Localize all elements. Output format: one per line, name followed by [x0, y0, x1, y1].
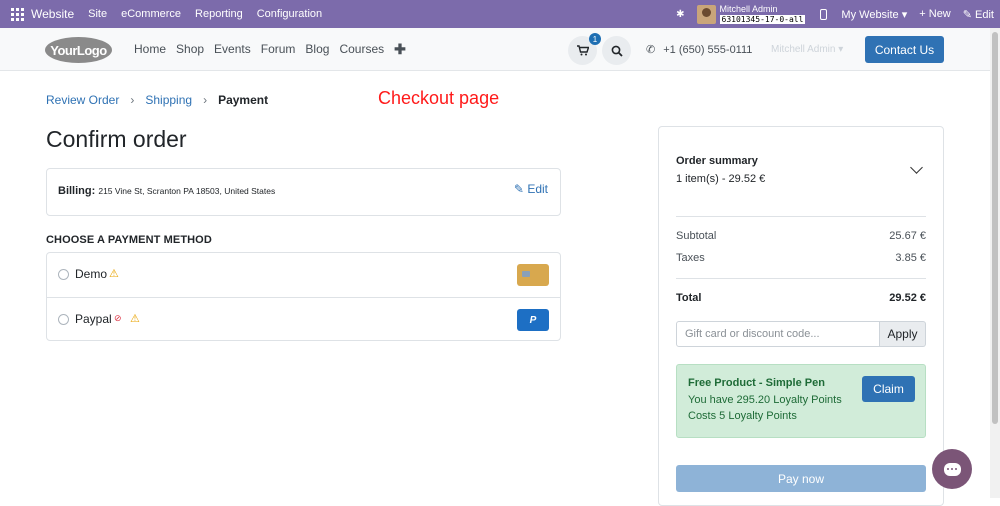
nav-forum[interactable]: Forum	[261, 42, 296, 56]
paypal-icon: P	[517, 309, 549, 331]
apply-coupon-button[interactable]: Apply	[880, 321, 926, 347]
contact-us-button[interactable]: Contact Us	[865, 36, 944, 63]
total-label: Total	[676, 292, 702, 304]
topbar-menu-reporting[interactable]: Reporting	[195, 8, 243, 20]
payment-methods-list: Demo ⚠ Paypal ⊘ ⚠ P	[46, 252, 561, 341]
cart-count-badge: 1	[589, 33, 601, 45]
annotation-label: Checkout page	[378, 88, 500, 108]
loyalty-reward-alert: Free Product - Simple Pen You have 295.2…	[676, 364, 926, 438]
edit-billing-label: Edit	[527, 182, 548, 196]
database-name: 63101345-17-0-all	[719, 14, 806, 24]
divider	[676, 278, 926, 279]
user-dropdown[interactable]: Mitchell Admin ▾	[771, 44, 843, 55]
coupon-form: Gift card or discount code... Apply	[676, 321, 926, 347]
payment-name-demo: Demo	[75, 267, 108, 281]
payment-option-demo[interactable]: Demo ⚠	[47, 253, 560, 297]
admin-topbar: Website Site eCommerce Reporting Configu…	[0, 0, 1000, 28]
search-icon	[611, 45, 623, 57]
my-website-dropdown[interactable]: My Website ▾	[841, 8, 907, 21]
scrollbar-thumb[interactable]	[992, 32, 998, 424]
subtotal-value: 25.67 €	[889, 230, 926, 242]
nav-shop[interactable]: Shop	[176, 42, 204, 56]
live-chat-button[interactable]	[932, 449, 972, 489]
breadcrumb-shipping[interactable]: Shipping	[145, 93, 192, 107]
chevron-down-icon[interactable]	[910, 161, 923, 174]
edit-billing-button[interactable]: ✎ Edit	[514, 182, 548, 196]
mobile-icon[interactable]	[820, 8, 828, 20]
total-value: 29.52 €	[889, 292, 926, 304]
reward-points-balance: You have 295.20 Loyalty Points	[688, 394, 842, 406]
avatar[interactable]	[696, 4, 716, 24]
search-button[interactable]	[602, 36, 631, 65]
warning-icon: ⚠	[109, 268, 119, 280]
edit-button[interactable]: ✎ Edit	[963, 8, 994, 21]
user-name: Mitchell Admin	[719, 3, 778, 14]
phone-icon: ✆	[646, 44, 656, 56]
chat-icon	[943, 462, 961, 476]
credit-card-icon	[517, 264, 549, 286]
phone-number: +1 (650) 555-0111	[663, 43, 753, 56]
payment-option-paypal[interactable]: Paypal ⊘ ⚠ P	[47, 297, 560, 341]
new-button[interactable]: + New	[919, 8, 951, 20]
breadcrumb-payment: Payment	[218, 93, 269, 107]
payment-radio-paypal[interactable]	[58, 314, 69, 325]
user-menu[interactable]: Mitchell Admin 63101345-17-0-all	[719, 3, 806, 25]
warning-icon: ⚠	[130, 313, 140, 325]
taxes-row: Taxes 3.85 €	[676, 252, 926, 264]
nav-home[interactable]: Home	[134, 42, 166, 56]
billing-info: Billing: 215 Vine St, Scranton PA 18503,…	[58, 185, 275, 197]
pay-now-button[interactable]: Pay now	[676, 465, 926, 492]
billing-address: 215 Vine St, Scranton PA 18503, United S…	[98, 186, 276, 196]
add-menu-plus-icon[interactable]: ✚	[394, 41, 406, 58]
total-row: Total 29.52 €	[676, 292, 926, 304]
main-menu: Home Shop Events Forum Blog Courses ✚	[134, 28, 416, 70]
website-navbar: YourLogo Home Shop Events Forum Blog Cou…	[0, 28, 990, 71]
cart-button[interactable]: 1	[568, 33, 601, 65]
phone-contact[interactable]: ✆ +1 (650) 555-0111	[646, 43, 753, 57]
payment-method-heading: CHOOSE A PAYMENT METHOD	[46, 234, 212, 246]
apps-grid-icon[interactable]	[11, 7, 24, 21]
page-title: Confirm order	[46, 126, 187, 152]
coupon-input[interactable]: Gift card or discount code...	[676, 321, 880, 347]
bug-icon[interactable]: ✱	[676, 9, 684, 20]
taxes-value: 3.85 €	[895, 252, 926, 264]
topbar-brand[interactable]: Website	[31, 7, 74, 21]
subtotal-row: Subtotal 25.67 €	[676, 230, 926, 242]
billing-card: Billing: 215 Vine St, Scranton PA 18503,…	[46, 168, 561, 216]
order-summary-card: Order summary 1 item(s) - 29.52 € Subtot…	[658, 126, 944, 506]
breadcrumb-separator: ›	[130, 93, 135, 107]
order-summary-title: Order summary	[676, 155, 758, 167]
payment-radio-demo[interactable]	[58, 269, 69, 280]
topbar-menu-ecommerce[interactable]: eCommerce	[121, 8, 181, 20]
payment-name-paypal: Paypal	[75, 312, 112, 326]
reward-title: Free Product - Simple Pen	[688, 377, 825, 389]
breadcrumb-review-order[interactable]: Review Order	[46, 93, 119, 107]
breadcrumb-separator: ›	[203, 93, 208, 107]
order-summary-items: 1 item(s) - 29.52 €	[676, 173, 766, 185]
eye-slash-icon: ⊘	[114, 313, 122, 323]
nav-blog[interactable]: Blog	[305, 42, 329, 56]
cart-icon	[576, 45, 589, 56]
pencil-icon: ✎	[513, 182, 524, 196]
breadcrumb: Review Order › Shipping › Payment	[46, 93, 268, 107]
billing-label: Billing:	[58, 185, 96, 197]
topbar-menu-site[interactable]: Site	[88, 8, 107, 20]
site-logo[interactable]: YourLogo	[45, 37, 112, 63]
reward-points-cost: Costs 5 Loyalty Points	[688, 410, 797, 422]
claim-reward-button[interactable]: Claim	[862, 376, 915, 402]
nav-events[interactable]: Events	[214, 42, 251, 56]
topbar-menu-configuration[interactable]: Configuration	[257, 8, 322, 20]
divider	[676, 216, 926, 217]
nav-courses[interactable]: Courses	[339, 42, 384, 56]
subtotal-label: Subtotal	[676, 230, 717, 242]
scrollbar[interactable]	[990, 28, 1000, 498]
taxes-label: Taxes	[676, 252, 705, 264]
